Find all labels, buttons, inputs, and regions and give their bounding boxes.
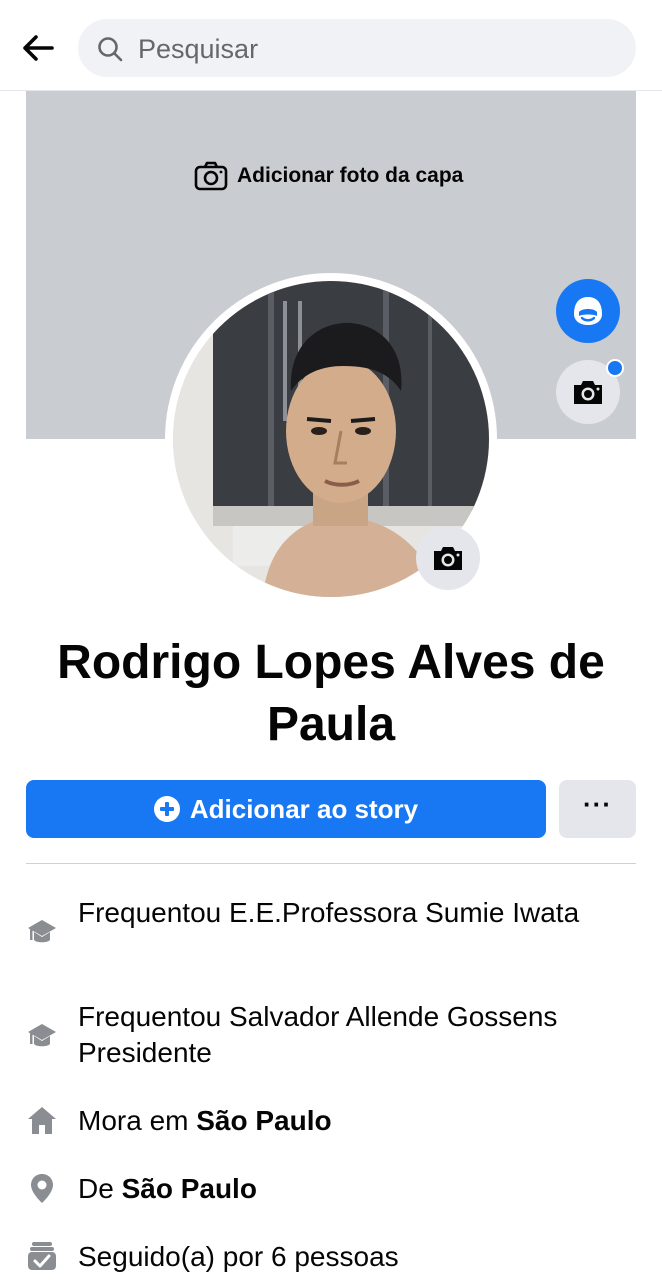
avatar-button[interactable] <box>556 279 620 343</box>
more-options-button[interactable]: ··· <box>559 780 636 838</box>
search-input[interactable] <box>136 19 620 79</box>
plus-circle-icon <box>153 796 180 822</box>
detail-education-1-text: Frequentou E.E.Professora Sumie Iwata <box>78 897 580 928</box>
graduation-cap-icon <box>28 1024 56 1047</box>
detail-followers-text: Seguido(a) por 6 pessoas <box>78 1241 399 1272</box>
avatar-icon <box>574 297 602 325</box>
camera-icon <box>434 547 462 570</box>
camera-icon <box>574 381 602 404</box>
profile-name: Rodrigo Lopes Alves de Paula <box>57 636 605 751</box>
back-arrow-icon[interactable] <box>18 28 58 68</box>
add-cover-photo-button[interactable]: Adicionar foto da capa <box>194 159 463 193</box>
edit-profile-photo-camera-button[interactable] <box>416 526 480 590</box>
detail-lives-in-text: Mora em São Paulo <box>78 1105 332 1136</box>
location-pin-icon <box>31 1174 53 1203</box>
camera-icon <box>194 161 228 191</box>
more-dots-icon: ··· <box>583 789 612 819</box>
add-to-story-button[interactable]: Adicionar ao story <box>26 780 546 838</box>
add-cover-photo-label: Adicionar foto da capa <box>237 164 464 187</box>
top-bar <box>0 0 662 91</box>
add-to-story-label: Adicionar ao story <box>189 793 419 824</box>
detail-education-2-text: Frequentou Salvador Allende Gossens Pres… <box>78 1001 558 1068</box>
graduation-cap-icon <box>28 920 56 943</box>
divider <box>26 863 636 864</box>
lives-in-city[interactable]: São Paulo <box>196 1105 331 1136</box>
search-icon <box>98 37 123 62</box>
from-city[interactable]: São Paulo <box>122 1173 257 1204</box>
detail-from-text: De São Paulo <box>78 1173 257 1204</box>
followers-icon <box>28 1242 56 1270</box>
search-bar[interactable] <box>78 19 636 79</box>
home-icon <box>28 1107 56 1134</box>
notification-dot <box>606 359 624 377</box>
